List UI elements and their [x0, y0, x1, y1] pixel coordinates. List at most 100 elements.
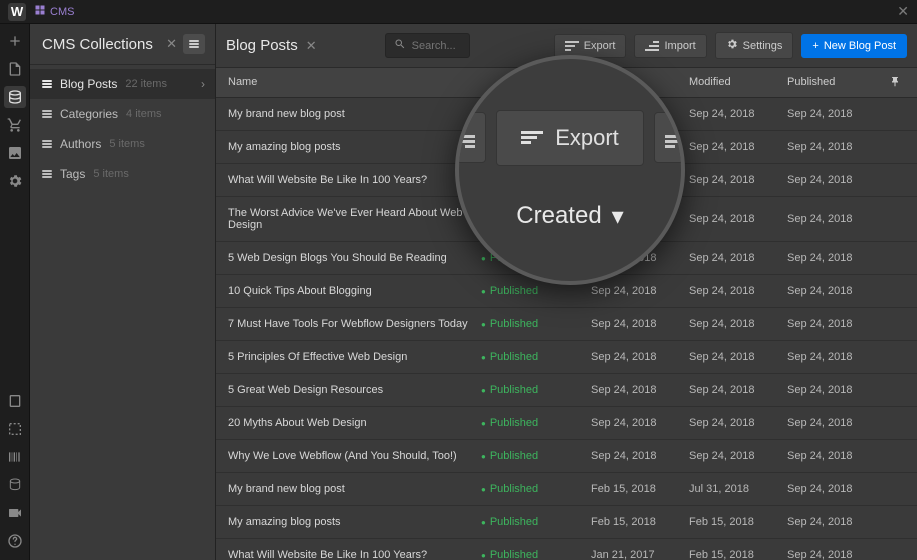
- cell-published: Sep 24, 2018: [787, 417, 885, 429]
- export-icon: [565, 41, 579, 51]
- table-row[interactable]: What Will Website Be Like In 100 Years? …: [216, 539, 917, 560]
- cell-modified: Sep 24, 2018: [689, 351, 787, 363]
- cell-name: My brand new blog post: [228, 483, 481, 495]
- col-header-published[interactable]: Published: [787, 76, 885, 89]
- cell-status: ●Published: [481, 483, 591, 495]
- cell-modified: Jul 31, 2018: [689, 483, 787, 495]
- cell-status: ●Published: [481, 318, 591, 330]
- cell-modified: Feb 15, 2018: [689, 549, 787, 560]
- cell-modified: Sep 24, 2018: [689, 450, 787, 462]
- import-button[interactable]: Import: [634, 34, 706, 58]
- cell-modified: Sep 24, 2018: [689, 285, 787, 297]
- close-icon[interactable]: ✕: [897, 3, 909, 20]
- sidebar-item-count: 4 items: [126, 108, 161, 120]
- cell-modified: Sep 24, 2018: [689, 174, 787, 186]
- cell-published: Sep 24, 2018: [787, 549, 885, 560]
- table-row[interactable]: My amazing blog posts ●Published Feb 15,…: [216, 506, 917, 539]
- stack-icon: [42, 110, 52, 118]
- page-icon[interactable]: [4, 58, 26, 80]
- cell-published: Sep 24, 2018: [787, 108, 885, 120]
- cell-published: Sep 24, 2018: [787, 450, 885, 462]
- cell-status: ●Published: [481, 417, 591, 429]
- database-check-icon[interactable]: [4, 474, 26, 496]
- barcode-icon[interactable]: [4, 446, 26, 468]
- pin-icon: [889, 76, 901, 88]
- table-row[interactable]: 5 Great Web Design Resources ●Published …: [216, 374, 917, 407]
- selection-icon[interactable]: [4, 418, 26, 440]
- cell-created: Sep 24, 2018: [591, 351, 689, 363]
- cell-modified: Sep 24, 2018: [689, 108, 787, 120]
- import-icon: [645, 41, 659, 51]
- cell-name: 20 Myths About Web Design: [228, 417, 481, 429]
- assets-icon[interactable]: [4, 142, 26, 164]
- search-input[interactable]: [412, 40, 462, 52]
- cell-created: Jan 21, 2017: [591, 549, 689, 560]
- cell-modified: Sep 24, 2018: [689, 417, 787, 429]
- topbar-tab-cms[interactable]: CMS: [34, 4, 74, 19]
- cell-created: Feb 15, 2018: [591, 483, 689, 495]
- sidebar-header: CMS Collections ✕: [30, 24, 215, 65]
- sidebar-item-label: Categories: [60, 107, 118, 121]
- export-button[interactable]: Export: [554, 34, 627, 58]
- cell-name: 5 Principles Of Effective Web Design: [228, 351, 481, 363]
- panel-title: Blog Posts: [226, 37, 298, 54]
- sidebar-item-categories[interactable]: Categories 4 items: [30, 99, 215, 129]
- cms-tab-icon: [34, 4, 46, 19]
- devices-icon[interactable]: [4, 390, 26, 412]
- cell-published: Sep 24, 2018: [787, 318, 885, 330]
- sidebar-close-icon[interactable]: ✕: [166, 36, 177, 52]
- gear-icon: [726, 38, 738, 53]
- cell-name: 5 Web Design Blogs You Should Be Reading: [228, 252, 481, 264]
- video-icon[interactable]: [4, 502, 26, 524]
- new-post-button[interactable]: + New Blog Post: [801, 34, 907, 58]
- magnified-export-button[interactable]: Export: [496, 110, 644, 166]
- sidebar-title: CMS Collections: [42, 36, 160, 53]
- sidebar-item-authors[interactable]: Authors 5 items: [30, 129, 215, 159]
- cell-name: My amazing blog posts: [228, 141, 481, 153]
- ecommerce-icon[interactable]: [4, 114, 26, 136]
- table-row[interactable]: 7 Must Have Tools For Webflow Designers …: [216, 308, 917, 341]
- cell-created: Sep 24, 2018: [591, 318, 689, 330]
- add-icon[interactable]: [4, 30, 26, 52]
- table-row[interactable]: Why We Love Webflow (And You Should, Too…: [216, 440, 917, 473]
- cms-icon[interactable]: [4, 86, 26, 108]
- sidebar-item-label: Tags: [60, 167, 85, 181]
- sidebar-item-count: 22 items: [125, 78, 167, 90]
- add-collection-button[interactable]: [183, 34, 205, 54]
- col-header-pin[interactable]: [885, 76, 905, 89]
- sidebar: CMS Collections ✕ Blog Posts 22 items › …: [30, 24, 216, 560]
- table-row[interactable]: 20 Myths About Web Design ●Published Sep…: [216, 407, 917, 440]
- sidebar-item-count: 5 items: [109, 138, 144, 150]
- table-row[interactable]: 5 Principles Of Effective Web Design ●Pu…: [216, 341, 917, 374]
- sidebar-item-tags[interactable]: Tags 5 items: [30, 159, 215, 189]
- magnified-sort-label: Created ▾: [516, 202, 623, 231]
- sidebar-item-blog-posts[interactable]: Blog Posts 22 items ›: [30, 69, 215, 99]
- cell-name: The Worst Advice We've Ever Heard About …: [228, 207, 481, 231]
- help-icon[interactable]: [4, 530, 26, 552]
- new-post-label: New Blog Post: [824, 40, 896, 52]
- icon-rail: [0, 24, 30, 560]
- cell-name: 10 Quick Tips About Blogging: [228, 285, 481, 297]
- stack-plus-icon: [189, 40, 199, 48]
- col-header-modified[interactable]: Modified: [689, 76, 787, 89]
- cell-created: Sep 24, 2018: [591, 384, 689, 396]
- cell-modified: Feb 15, 2018: [689, 516, 787, 528]
- sidebar-item-label: Authors: [60, 137, 101, 151]
- stack-icon: [42, 140, 52, 148]
- panel-close-icon[interactable]: ✕: [306, 38, 317, 54]
- cell-published: Sep 24, 2018: [787, 384, 885, 396]
- search-icon: [394, 38, 406, 53]
- table-row[interactable]: My brand new blog post ●Published Feb 15…: [216, 473, 917, 506]
- cell-name: Why We Love Webflow (And You Should, Too…: [228, 450, 481, 462]
- cell-name: 7 Must Have Tools For Webflow Designers …: [228, 318, 481, 330]
- cell-status: ●Published: [481, 285, 591, 297]
- cell-published: Sep 24, 2018: [787, 174, 885, 186]
- cell-modified: Sep 24, 2018: [689, 213, 787, 225]
- cell-created: Sep 24, 2018: [591, 417, 689, 429]
- settings-gear-icon[interactable]: [4, 170, 26, 192]
- cell-published: Sep 24, 2018: [787, 351, 885, 363]
- settings-button[interactable]: Settings: [715, 32, 794, 59]
- webflow-logo[interactable]: W: [8, 3, 26, 21]
- col-header-name[interactable]: Name: [228, 76, 481, 89]
- magnifier-overlay: Export Created ▾: [455, 55, 685, 285]
